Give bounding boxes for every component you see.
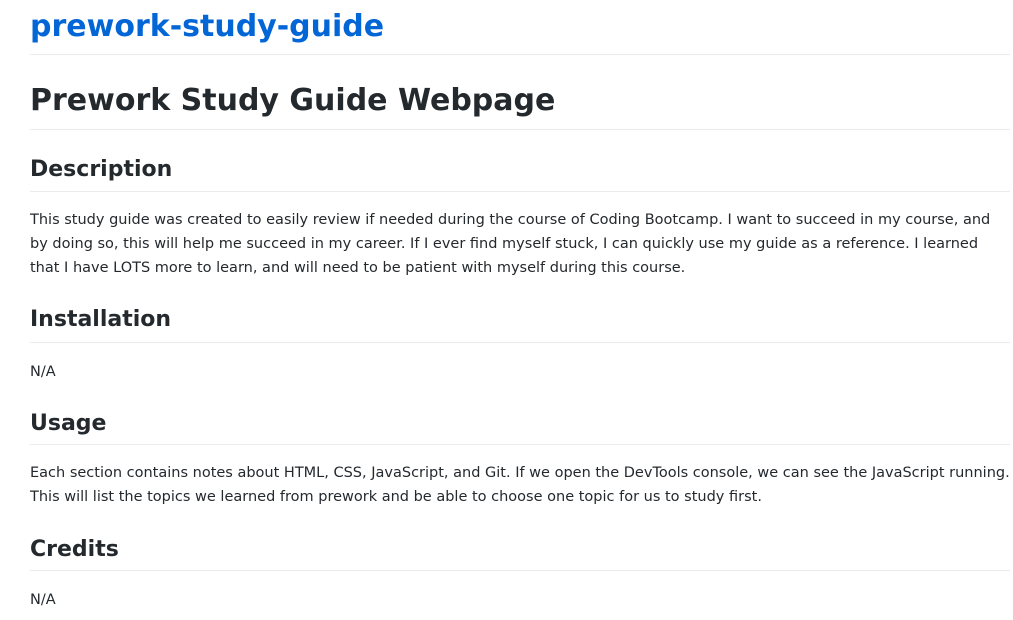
readme-title: Prework Study Guide Webpage: [30, 83, 556, 118]
description-text: This study guide was created to easily r…: [30, 212, 991, 276]
repo-header: prework-study-guide: [30, 0, 1010, 55]
credits-text: N/A: [30, 592, 56, 608]
repo-title-link[interactable]: prework-study-guide: [30, 8, 384, 46]
usage-text: Each section contains notes about HTML, …: [30, 465, 1010, 505]
readme-title-container: Prework Study Guide Webpage: [30, 56, 1010, 130]
usage-section-header: Usage: [30, 394, 1010, 445]
usage-heading: Usage: [30, 411, 107, 436]
credits-section-header: Credits: [30, 520, 1010, 571]
installation-heading: Installation: [30, 307, 172, 332]
readme-page: prework-study-guide Prework Study Guide …: [30, 0, 1010, 608]
credits-heading: Credits: [30, 537, 119, 562]
description-section-header: Description: [30, 130, 1010, 192]
installation-section-header: Installation: [30, 290, 1010, 343]
installation-text: N/A: [30, 364, 56, 380]
description-heading: Description: [30, 157, 173, 182]
